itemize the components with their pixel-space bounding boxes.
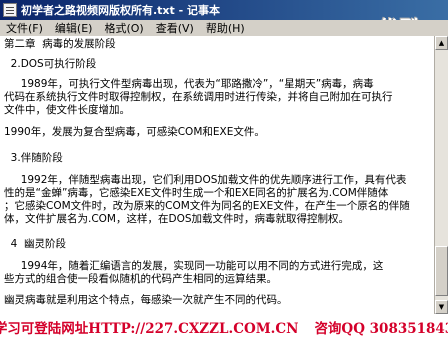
text-line: 幽灵病毒就是利用这个特点，每感染一次就产生不同的代码。 [4,294,288,306]
scroll-thumb[interactable] [435,246,448,296]
scroll-up-arrow-icon[interactable]: ▲ [435,36,448,50]
menu-view[interactable]: 查看(V) [150,20,200,36]
vertical-scrollbar[interactable]: ▲ ▼ [434,36,448,314]
text-editor[interactable]: 第二章 病毒的发展阶段 2.DOS可执行阶段 1989年，可执行文件型病毒出现，… [0,36,434,314]
section-heading: 2.DOS可执行阶段 [4,58,97,70]
text-line: 1994年，随着汇编语言的发展，实现同一功能可以用不同的方式进行完成，这 [4,260,384,272]
menu-bar: 文件(F) 编辑(E) 格式(O) 查看(V) 帮助(H) [0,20,448,36]
scroll-down-arrow-icon[interactable]: ▼ [435,300,448,314]
text-line: 1992年，伴随型病毒出现，它们利用DOS加载文件的优先顺序进行工作，具有代表 [4,174,407,186]
menu-help[interactable]: 帮助(H) [200,20,251,36]
text-line: 些方式的组合使一段看似随机的代码产生相同的运算结果。 [4,273,277,285]
menu-format[interactable]: 格式(O) [98,20,149,36]
menu-file[interactable]: 文件(F) [0,20,49,36]
text-line: 性的是“金蝉”病毒，它感染EXE文件时生成一个和EXE同名的扩展名为.COM伴随… [4,187,389,199]
text-line: ；它感染COM文件时，改为原来的COM文件为同名的EXE文件，在产生一个原名的伴… [4,200,410,212]
window-title: 初学者之路视频网版权所有.txt - 记事本 [21,4,221,17]
chapter-heading: 第二章 病毒的发展阶段 [4,38,116,50]
notepad-icon [3,3,17,17]
menu-edit[interactable]: 编辑(E) [49,20,99,36]
text-line: 1989年，可执行文件型病毒出现，代表为“耶路撒冷”，“星期天”病毒，病毒 [4,78,374,90]
promo-banner: 学习可登陆网址HTTP://227.CXZZL.COM.CN 咨询QQ 3083… [0,314,448,340]
banner-website-text: 学习可登陆网址HTTP://227.CXZZL.COM.CN [0,321,299,337]
text-line: 文件中，使文件长度增加。 [4,104,130,116]
text-line: 1990年，发展为复合型病毒，可感染COM和EXE文件。 [4,126,265,138]
section-heading: 3.伴随阶段 [4,152,63,164]
banner-qq-text: 咨询QQ 308351843 [314,321,448,337]
text-line: 体，文件扩展名为.COM，这样，在DOS加载文件时，病毒就取得控制权。 [4,213,350,225]
text-line: 代码在系统执行文件时取得控制权，在系统调用时进行传染，并将自己附加在可执行 [4,91,393,103]
section-heading: 4 幽灵阶段 [4,238,67,250]
